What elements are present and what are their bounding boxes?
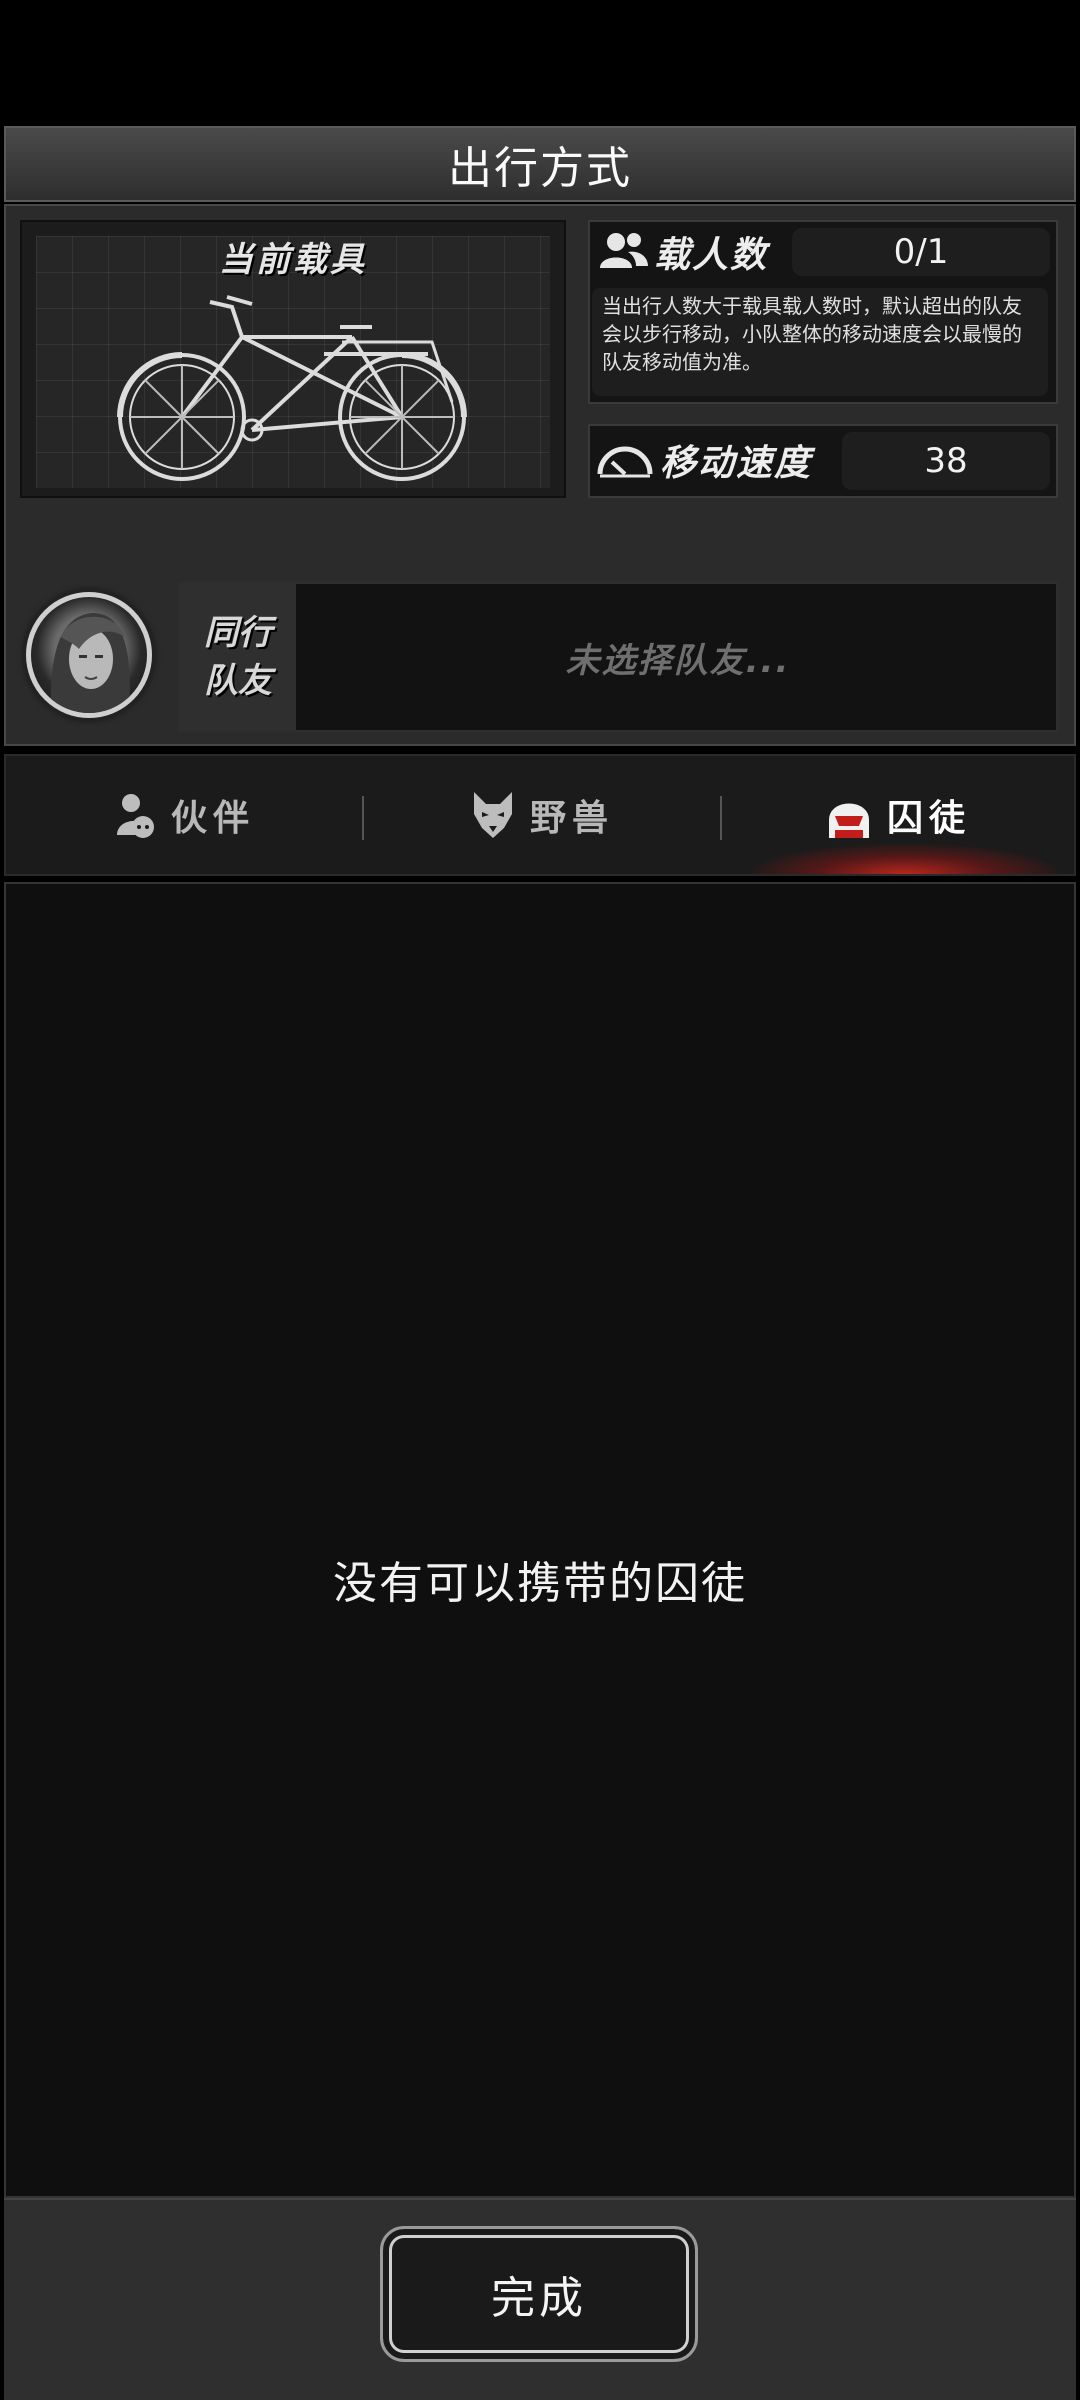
- title-bar: 出行方式: [4, 126, 1076, 202]
- portrait-icon: [50, 613, 130, 713]
- done-button-label: 完成: [491, 2273, 587, 2324]
- speed-value: 38: [842, 432, 1050, 490]
- tab-partner-label: 伙伴: [170, 798, 255, 839]
- avatar[interactable]: [26, 592, 152, 718]
- prisoner-list: 没有可以携带的囚徒: [4, 882, 1076, 2198]
- capacity-description: 当出行人数大于载具载人数时，默认超出的队友会以步行移动，小队整体的移动速度会以最…: [592, 288, 1048, 396]
- tab-partner[interactable]: 伙伴: [6, 756, 362, 874]
- active-tab-glow: [752, 844, 1058, 874]
- speedometer-icon: [597, 446, 653, 478]
- companion-label-line1: 同行: [204, 613, 272, 653]
- companion-label: 同行 队友: [180, 584, 296, 730]
- capacity-label: 载人数: [654, 235, 769, 276]
- companion-placeholder: 未选择队友...: [565, 640, 791, 681]
- category-tabs: 伙伴 野兽 囚徒: [4, 754, 1076, 876]
- bicycle-icon: [117, 295, 467, 481]
- tab-prisoner[interactable]: 囚徒: [722, 756, 1074, 874]
- prisoner-icon: [828, 803, 869, 838]
- companion-label-line2: 队友: [204, 661, 272, 701]
- empty-state-message: 没有可以携带的囚徒: [333, 1558, 747, 1609]
- wolf-icon: [473, 792, 512, 838]
- tab-prisoner-label: 囚徒: [886, 798, 971, 839]
- tab-beast[interactable]: 野兽: [364, 756, 720, 874]
- page-title: 出行方式: [448, 143, 632, 194]
- capacity-value: 0/1: [792, 228, 1050, 276]
- speed-label: 移动速度: [660, 443, 813, 484]
- current-vehicle-card: 当前载具: [20, 220, 566, 498]
- vehicle-title: 当前载具: [219, 240, 367, 280]
- partner-icon: [116, 794, 154, 838]
- tab-beast-label: 野兽: [529, 798, 614, 839]
- done-button[interactable]: 完成: [380, 2226, 698, 2362]
- people-icon: [600, 233, 648, 268]
